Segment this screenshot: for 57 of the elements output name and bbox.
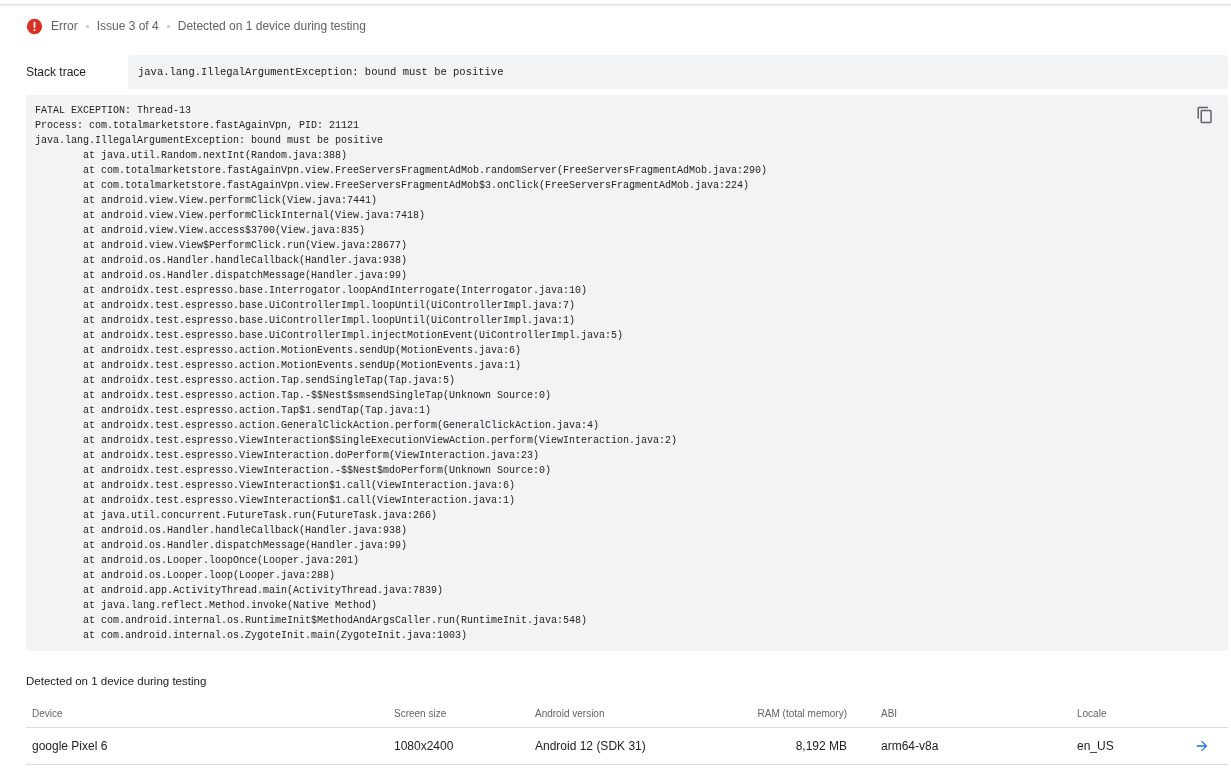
stack-frame: at com.totalmarketstore.fastAgainVpn.view.FreeServersFragmentAdMob$3.onClick(FreeServersFragmentAdMob.java:224) (35, 178, 750, 193)
table-cell: 1080x2400 (394, 739, 454, 753)
stack-frame: at android.os.Handler.dispatchMessage(Handler.java:99) (35, 538, 408, 553)
stack-frame: at androidx.test.espresso.action.MotionEvents.sendUp(MotionEvents.java:1) (35, 358, 522, 373)
error-icon (26, 17, 43, 35)
table-cell: en_US (1077, 739, 1114, 753)
stack-frame: at androidx.test.espresso.action.GeneralClickAction.perform(GeneralClickAction.java:4) (35, 418, 600, 433)
detection-summary: Detected on 1 device during testing (177, 19, 366, 33)
stack-frame: at com.android.internal.os.ZygoteInit.main(ZygoteInit.java:1003) (35, 628, 468, 643)
stack-frame: at androidx.test.espresso.base.UiControllerImpl.injectMotionEvent(UiControllerImpl.java:5) (35, 328, 624, 343)
stack-frame: at androidx.test.espresso.ViewInteraction$1.call(ViewInteraction.java:1) (35, 493, 516, 508)
arrow-icon[interactable] (1194, 738, 1210, 754)
stack-trace-label: Stack trace (26, 65, 88, 79)
column-header: Screen size (394, 707, 447, 719)
stack-frame: at android.app.ActivityThread.main(ActivityThread.java:7839) (35, 583, 444, 598)
stack-frame: at androidx.test.espresso.base.Interrogator.loopAndInterrogate(Interrogator.java:10) (35, 283, 588, 298)
stack-frame: at androidx.test.espresso.action.Tap$1.sendTap(Tap.java:1) (35, 403, 432, 418)
stack-frame: at com.totalmarketstore.fastAgainVpn.view.FreeServersFragmentAdMob.randomServer(FreeServersFragmentAdMob.java:290) (35, 163, 768, 178)
trace-header-line: Process: com.totalmarketstore.fastAgainVpn, PID: 21121 (35, 119, 360, 133)
stack-frame: at java.lang.reflect.Method.invoke(Native Method) (35, 598, 378, 613)
stack-frame: at androidx.test.espresso.base.UiControllerImpl.loopUntil(UiControllerImpl.java:7) (35, 298, 576, 313)
devices-heading: Detected on 1 device during testing (26, 675, 208, 687)
issue-position: Issue 3 of 4 (96, 19, 159, 33)
table-cell: google Pixel 6 (32, 739, 108, 753)
column-header: Device (32, 707, 63, 719)
stack-frame: at androidx.test.espresso.ViewInteraction.doPerform(ViewInteraction.java:23) (35, 448, 540, 463)
exception-summary: java.lang.IllegalArgumentException: bound must be positive (128, 55, 1228, 89)
stack-frame: at androidx.test.espresso.base.UiControllerImpl.loopUntil(UiControllerImpl.java:1) (35, 313, 576, 328)
stack-frame: at android.os.Handler.dispatchMessage(Handler.java:99) (35, 268, 408, 283)
stack-frame: at android.os.Handler.handleCallback(Handler.java:938) (35, 253, 408, 268)
stack-frame: at android.view.View.access$3700(View.java:835) (35, 223, 366, 238)
stack-frame: at androidx.test.espresso.action.Tap.sendSingleTap(Tap.java:5) (35, 373, 456, 388)
stack-frame: at android.view.View.performClick(View.java:7441) (35, 193, 378, 208)
stack-frame: at androidx.test.espresso.action.MotionEvents.sendUp(MotionEvents.java:6) (35, 343, 522, 358)
trace-header-line: FATAL EXCEPTION: Thread-13 (35, 104, 192, 118)
table-cell: 8,192 MB (795, 739, 847, 753)
stack-frame: at androidx.test.espresso.ViewInteraction.-$$Nest$mdoPerform(Unknown Source:0) (35, 463, 552, 478)
stack-frame: at androidx.test.espresso.ViewInteraction$1.call(ViewInteraction.java:6) (35, 478, 516, 493)
table-cell: Android 12 (SDK 31) (535, 739, 646, 753)
stack-frame: at androidx.test.espresso.action.Tap.-$$Nest$smsendSingleTap(Unknown Source:0) (35, 388, 552, 403)
stack-frame: at java.util.Random.nextInt(Random.java:388) (35, 148, 348, 163)
trace-header-line: java.lang.IllegalArgumentException: bound must be positive (35, 134, 384, 148)
table-cell: arm64-v8a (881, 739, 939, 753)
stack-frame: at com.android.internal.os.RuntimeInit$MethodAndArgsCaller.run(RuntimeInit.java:548) (35, 613, 588, 628)
column-header: ABI (881, 707, 898, 719)
stack-frame: at android.os.Handler.handleCallback(Handler.java:938) (35, 523, 408, 538)
column-header: Android version (535, 707, 605, 719)
stack-frame: at android.view.View$PerformClick.run(View.java:28677) (35, 238, 408, 253)
stack-frame: at java.util.concurrent.FutureTask.run(FutureTask.java:266) (35, 508, 438, 523)
column-header: Locale (1077, 707, 1107, 719)
copy-icon[interactable] (1196, 106, 1214, 124)
column-header: RAM (total memory) (757, 707, 847, 719)
stack-frame: at android.view.View.performClickInternal(View.java:7418) (35, 208, 426, 223)
stack-frame: at androidx.test.espresso.ViewInteraction$SingleExecutionViewAction.perform(ViewInteraction.java:2) (35, 433, 678, 448)
severity-label: Error (51, 19, 78, 33)
stack-frame: at android.os.Looper.loop(Looper.java:288) (35, 568, 336, 583)
stack-frame: at android.os.Looper.loopOnce(Looper.java:201) (35, 553, 360, 568)
